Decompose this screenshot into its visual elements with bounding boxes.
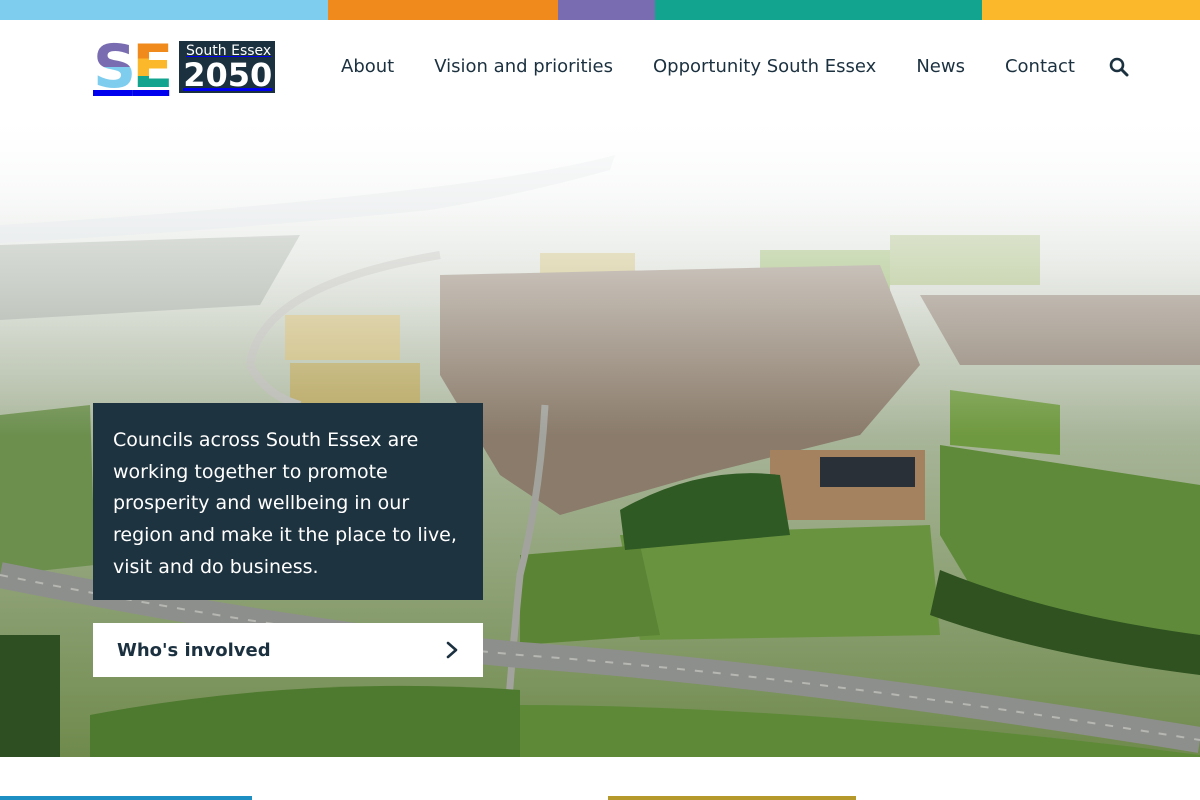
stripe-segment	[982, 0, 1200, 20]
divider-line	[608, 796, 856, 800]
nav-item-contact[interactable]: Contact	[1005, 54, 1075, 80]
intro-panel: Councils across South Essex are working …	[93, 403, 483, 600]
logo-letter-s: S	[93, 32, 136, 102]
site-header: S E South Essex 2050 About Vision and pr…	[0, 20, 1200, 115]
site-logo[interactable]: S E South Essex 2050	[93, 32, 276, 102]
logo-mark: S E	[93, 32, 173, 102]
top-colour-stripe	[0, 0, 1200, 20]
nav-item-about[interactable]: About	[341, 54, 394, 80]
divider-line	[0, 796, 252, 800]
stripe-segment	[328, 0, 558, 20]
intro-text: Councils across South Essex are working …	[113, 429, 457, 578]
stripe-segment	[655, 0, 982, 20]
nav-item-news[interactable]: News	[916, 54, 965, 80]
nav-item-opportunity-south-essex[interactable]: Opportunity South Essex	[653, 54, 876, 80]
whos-involved-button[interactable]: Who's involved	[93, 623, 483, 677]
section-divider	[0, 757, 1200, 800]
logo-letter-e: E	[132, 32, 173, 102]
stripe-segment	[0, 0, 328, 20]
main-nav: About Vision and priorities Opportunity …	[341, 54, 1129, 80]
stripe-segment	[558, 0, 655, 20]
nav-item-vision-and-priorities[interactable]: Vision and priorities	[434, 54, 613, 80]
logo-badge: South Essex 2050	[179, 41, 276, 94]
search-icon[interactable]	[1109, 57, 1129, 77]
cta-label: Who's involved	[117, 639, 271, 661]
chevron-right-icon	[445, 641, 459, 659]
hero-section: Councils across South Essex are working …	[0, 115, 1200, 757]
logo-year: 2050	[183, 56, 273, 94]
